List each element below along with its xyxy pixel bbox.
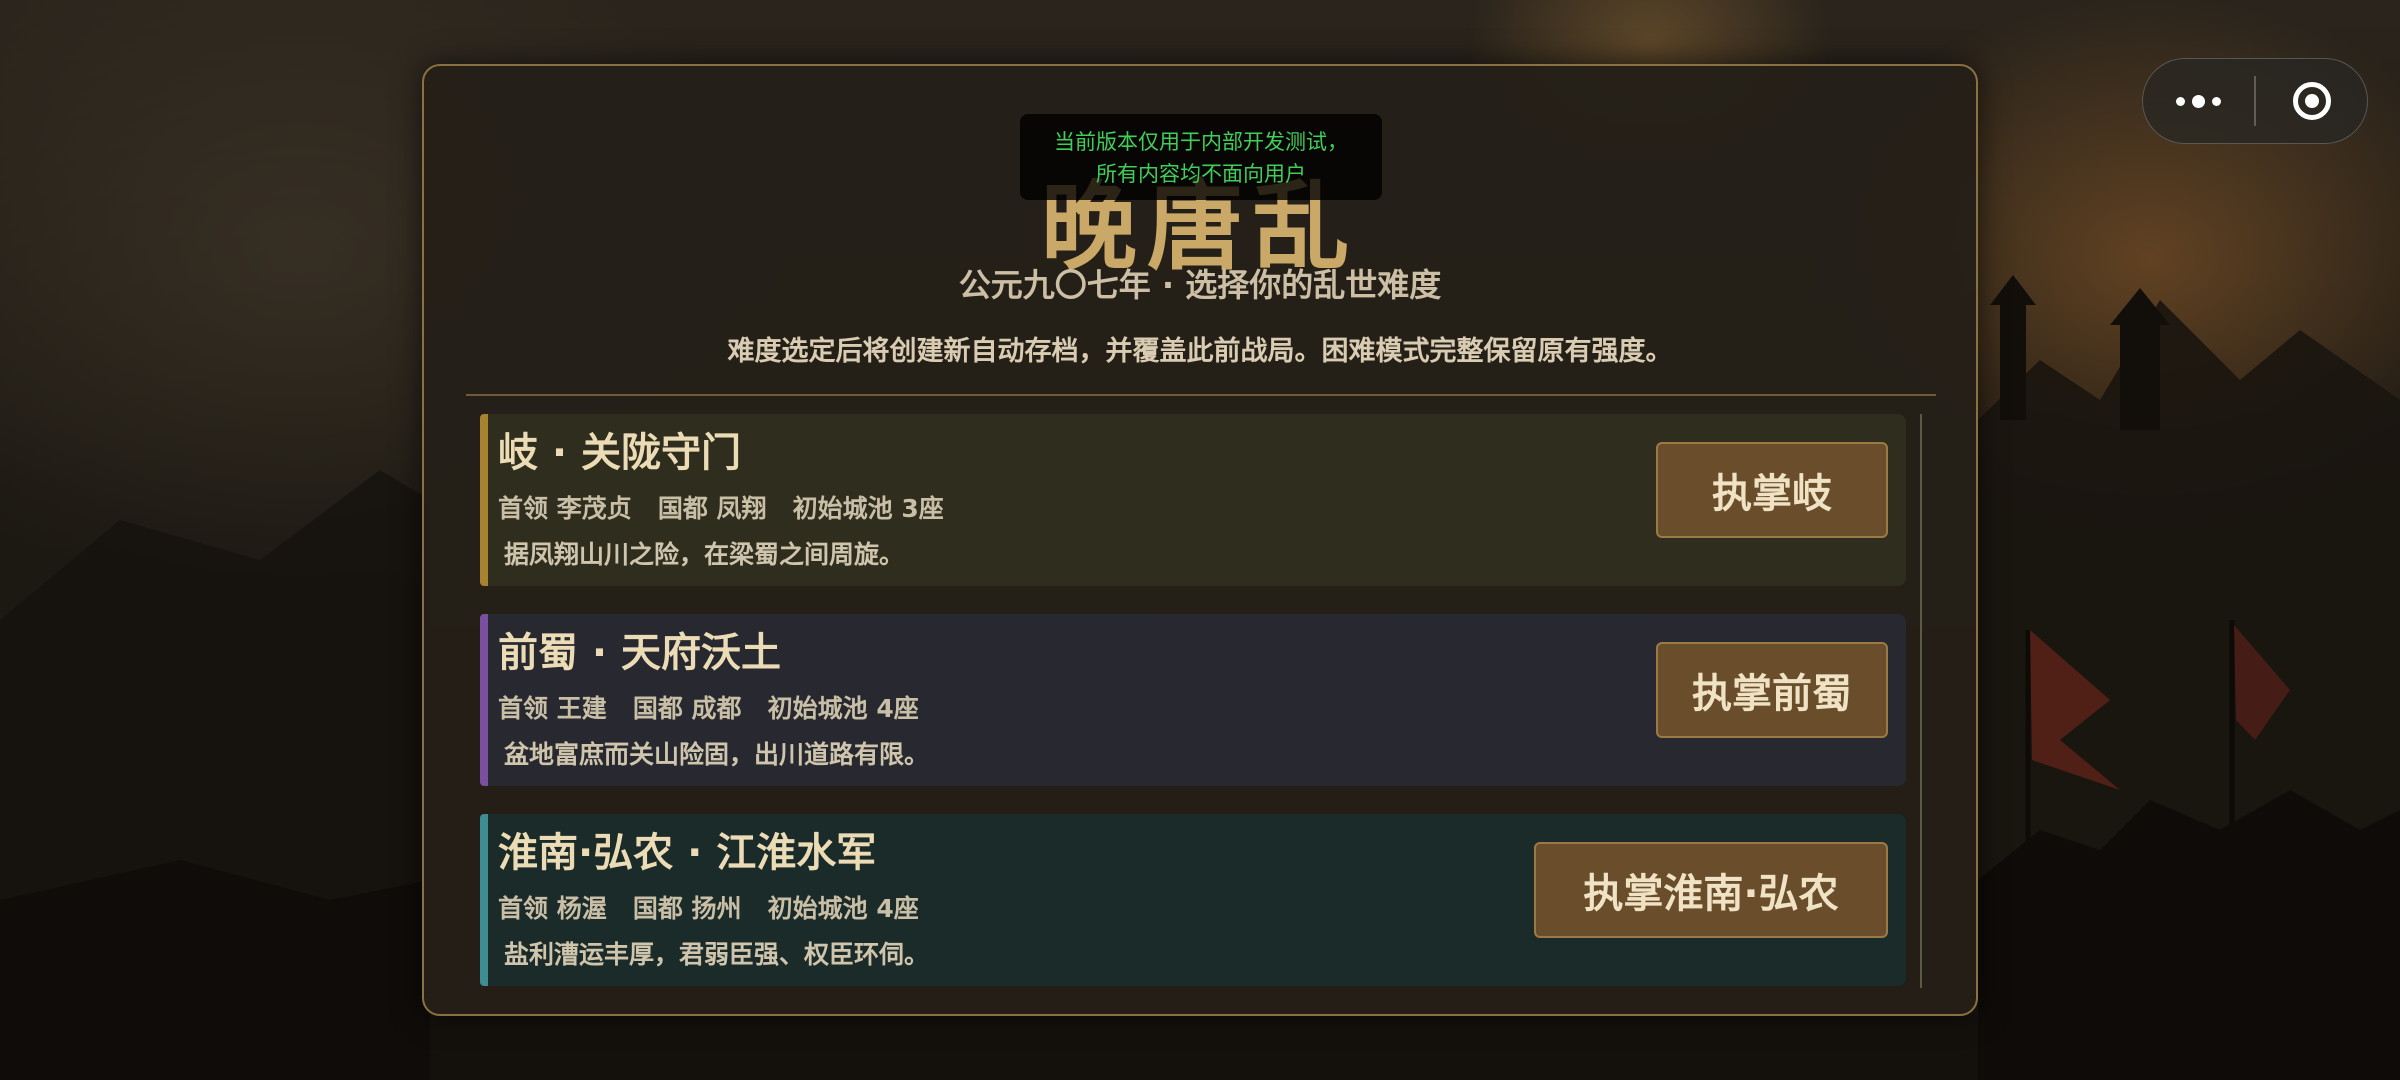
page-description: 难度选定后将创建新自动存档，并覆盖此前战局。困难模式完整保留原有强度。: [727, 336, 1673, 367]
more-dots-icon: [2176, 96, 2185, 106]
faction-accent-bar: [480, 814, 488, 986]
notice-line-2: 所有内容均不面向用户: [1096, 162, 1306, 186]
faction-intro: 盆地富庶而关山险固，出川道路有限。: [504, 740, 930, 769]
difficulty-panel: 晚唐乱 当前版本仅用于内部开发测试， 所有内容均不面向用户 公元九〇七年 · 选…: [422, 64, 1978, 1016]
more-dot-center: [2192, 94, 2205, 108]
target-circle-icon: [2292, 82, 2331, 120]
faction-meta: 首领 王建 国都 成都 初始城池 4座: [498, 694, 919, 723]
page-subtitle: 公元九〇七年 · 选择你的乱世难度: [958, 266, 1442, 304]
faction-card-huainan: 淮南·弘农 · 江淮水军 首领 杨渥 国都 扬州 初始城池 4座 盐利漕运丰厚，…: [480, 814, 1906, 986]
faction-card-shu: 前蜀 · 天府沃土 首领 王建 国都 成都 初始城池 4座 盆地富庶而关山险固，…: [480, 614, 1906, 786]
faction-intro: 盐利漕运丰厚，君弱臣强、权臣环伺。: [504, 940, 930, 969]
more-dot-right: [2212, 96, 2221, 106]
faction-name: 淮南·弘农 · 江淮水军: [498, 830, 877, 876]
header-divider: [466, 394, 1936, 396]
faction-accent-bar: [480, 414, 488, 586]
select-faction-qi-button[interactable]: 执掌岐: [1656, 442, 1888, 538]
select-faction-shu-button[interactable]: 执掌前蜀: [1656, 642, 1888, 738]
faction-name: 前蜀 · 天府沃土: [498, 630, 782, 676]
notice-line-1: 当前版本仅用于内部开发测试，: [1054, 130, 1348, 154]
faction-list[interactable]: 岐 · 关陇守门 首领 李茂贞 国都 凤翔 初始城池 3座 据凤翔山川之险，在梁…: [480, 414, 1922, 988]
select-faction-huainan-button[interactable]: 执掌淮南·弘农: [1534, 842, 1888, 938]
faction-name: 岐 · 关陇守门: [498, 430, 742, 476]
faction-accent-bar: [480, 614, 488, 786]
faction-intro: 据凤翔山川之险，在梁蜀之间周旋。: [504, 540, 905, 569]
dev-test-notice: 当前版本仅用于内部开发测试， 所有内容均不面向用户: [1020, 114, 1382, 200]
faction-card-qi: 岐 · 关陇守门 首领 李茂贞 国都 凤翔 初始城池 3座 据凤翔山川之险，在梁…: [480, 414, 1906, 586]
more-menu-button[interactable]: [2143, 58, 2254, 144]
mini-program-capsule: [2142, 58, 2368, 144]
close-button[interactable]: [2256, 58, 2367, 144]
faction-meta: 首领 杨渥 国都 扬州 初始城池 4座: [498, 894, 919, 923]
faction-meta: 首领 李茂贞 国都 凤翔 初始城池 3座: [498, 494, 944, 523]
